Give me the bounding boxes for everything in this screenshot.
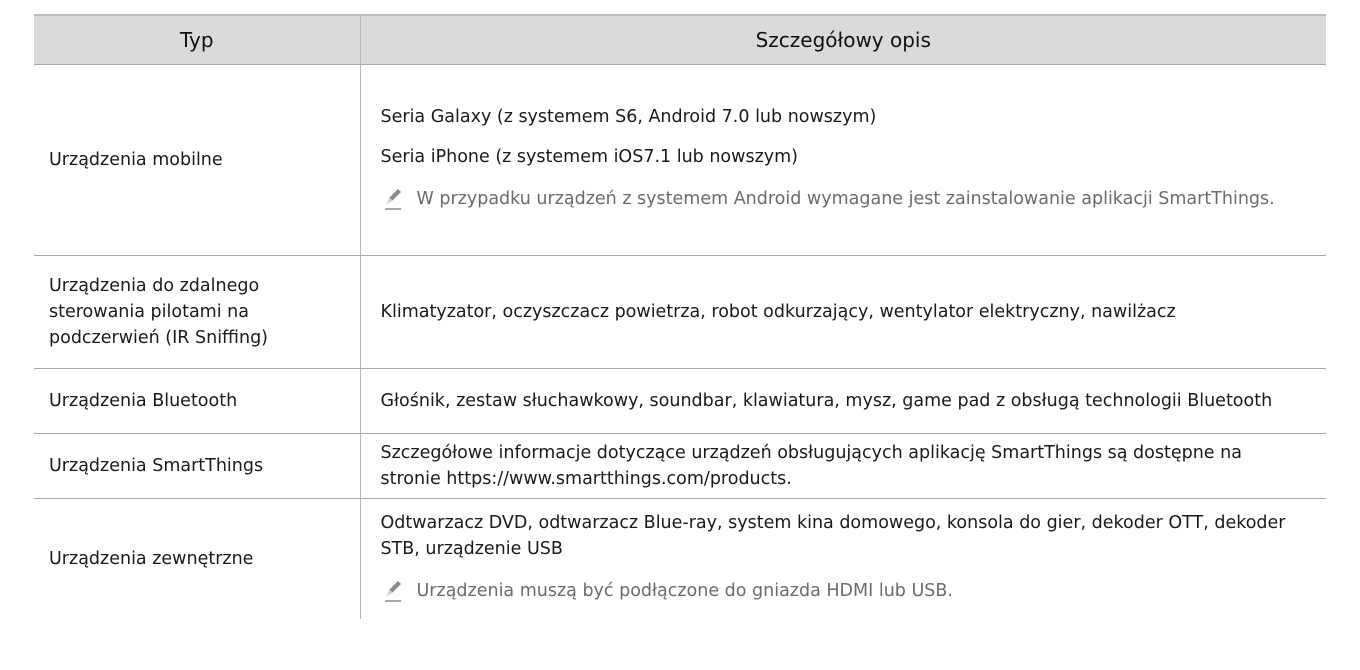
description-cell: Odtwarzacz DVD, odtwarzacz Blue-ray, sys… [360,499,1326,620]
description-cell: Szczegółowe informacje dotyczące urządze… [360,433,1326,499]
type-cell: Urządzenia do zdalnego sterowania pilota… [34,255,361,369]
table-row: Urządzenia zewnętrzne Odtwarzacz DVD, od… [34,498,1326,620]
description-paragraph: Szczegółowe informacje dotyczące urządze… [380,443,1242,489]
header-type: Typ [34,14,361,65]
description-cell: Seria Galaxy (z systemem S6, Android 7.0… [360,64,1326,256]
note: Urządzenia muszą być podłączone do gniaz… [381,574,1303,608]
note-text: Urządzenia muszą być podłączone do gniaz… [416,581,953,601]
description-cell: Klimatyzator, oczyszczacz powietrza, rob… [360,255,1326,369]
description-paragraph: Odtwarzacz DVD, odtwarzacz Blue-ray, sys… [380,513,1286,559]
type-cell: Urządzenia Bluetooth [34,368,361,434]
device-types-table: Typ Szczegółowy opis Urządzenia mobilne … [34,14,1326,619]
description-cell: Głośnik, zestaw słuchawkowy, soundbar, k… [360,368,1326,434]
note-text: W przypadku urządzeń z systemem Android … [416,189,1275,209]
description-paragraph: Głośnik, zestaw słuchawkowy, soundbar, k… [380,391,1273,411]
type-cell: Urządzenia SmartThings [34,433,361,499]
type-cell: Urządzenia mobilne [34,64,361,256]
table-row: Urządzenia mobilne Seria Galaxy (z syste… [34,64,1326,256]
device-types-table-container: Typ Szczegółowy opis Urządzenia mobilne … [34,14,1326,619]
description-paragraph: Seria Galaxy (z systemem S6, Android 7.0… [380,107,877,127]
header-description: Szczegółowy opis [360,14,1326,65]
table-row: Urządzenia do zdalnego sterowania pilota… [34,255,1326,369]
type-cell: Urządzenia zewnętrzne [34,498,361,619]
table-row: Urządzenia Bluetooth Głośnik, zestaw słu… [34,368,1326,434]
description-paragraph: Klimatyzator, oczyszczacz powietrza, rob… [380,302,1176,322]
pencil-note-icon [384,581,401,602]
pencil-note-icon [384,189,401,210]
table-header-row: Typ Szczegółowy opis [34,14,1326,65]
table-row: Urządzenia SmartThings Szczegółowe infor… [34,433,1326,499]
description-paragraph: Seria iPhone (z systemem iOS7.1 lub nows… [380,147,798,167]
note: W przypadku urządzeń z systemem Android … [381,182,1303,216]
